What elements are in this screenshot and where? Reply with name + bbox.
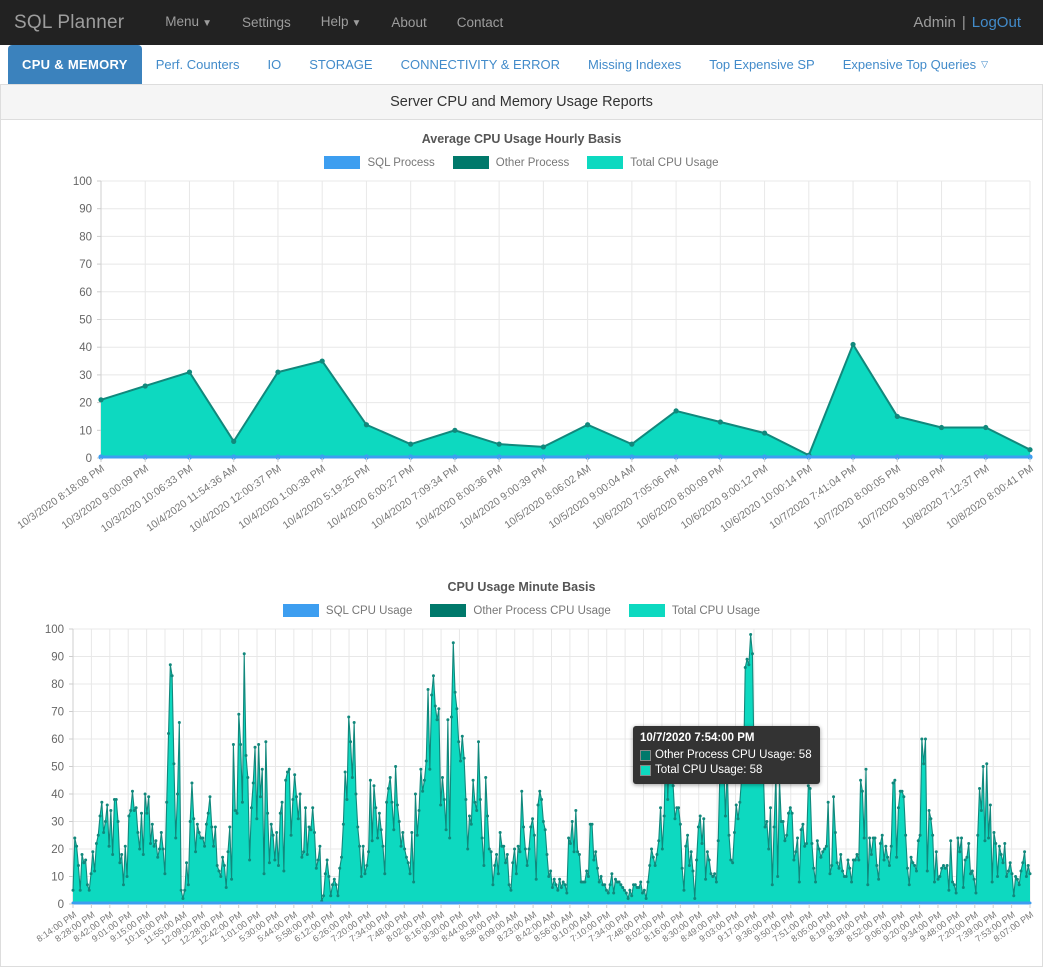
svg-text:50: 50	[79, 315, 92, 327]
svg-text:40: 40	[51, 789, 64, 801]
svg-text:80: 80	[51, 679, 64, 691]
tooltip-label-other-process: Other Process CPU Usage: 58	[655, 748, 812, 763]
legend-label-other-process-cpu-usage: Other Process CPU Usage	[473, 605, 610, 617]
tooltip-swatch-other-process	[640, 750, 651, 761]
chart-minute-svg: 01020304050607080901008:14:00 PM8:28:00 …	[1, 621, 1042, 966]
svg-text:80: 80	[79, 231, 92, 243]
chart-hourly-title: Average CPU Usage Hourly Basis	[1, 120, 1042, 146]
tab-top-expensive-sp[interactable]: Top Expensive SP	[695, 45, 829, 84]
chart-minute-block: CPU Usage Minute Basis SQL CPU Usage Oth…	[1, 568, 1042, 966]
legend-label-total-cpu-usage: Total CPU Usage	[672, 605, 760, 617]
legend-swatch-other-process	[453, 156, 489, 169]
chart-minute-legend: SQL CPU Usage Other Process CPU Usage To…	[1, 594, 1042, 621]
top-navbar: SQL Planner Menu▼ Settings Help▼ About C…	[0, 0, 1043, 45]
svg-text:20: 20	[51, 844, 64, 856]
svg-text:100: 100	[45, 624, 64, 636]
tooltip-row-other-process: Other Process CPU Usage: 58	[640, 748, 812, 763]
nav-link-settings[interactable]: Settings	[227, 0, 306, 45]
nav-link-menu[interactable]: Menu▼	[150, 0, 227, 46]
legend-swatch-total-cpu-usage	[629, 604, 665, 617]
chart-hourly-block: Average CPU Usage Hourly Basis SQL Proce…	[1, 120, 1042, 568]
legend-label-sql-cpu-usage: SQL CPU Usage	[326, 605, 413, 617]
svg-text:10: 10	[51, 872, 64, 884]
chart-minute-plot[interactable]: 01020304050607080901008:14:00 PM8:28:00 …	[1, 621, 1042, 966]
svg-text:10: 10	[79, 425, 92, 437]
brand-title[interactable]: SQL Planner	[14, 12, 124, 34]
nav-link-contact[interactable]: Contact	[442, 0, 519, 45]
legend-label-sql-process: SQL Process	[367, 157, 434, 169]
svg-text:30: 30	[79, 370, 92, 382]
panel-body: Average CPU Usage Hourly Basis SQL Proce…	[1, 120, 1042, 966]
chevron-down-icon: ▼	[352, 18, 362, 29]
legend-swatch-sql-process	[324, 156, 360, 169]
svg-text:0: 0	[86, 453, 92, 465]
chart-hourly-plot[interactable]: 010203040506070809010010/3/2020 8:18:08 …	[1, 173, 1042, 568]
tab-perf-counters[interactable]: Perf. Counters	[142, 45, 254, 84]
svg-text:40: 40	[79, 342, 92, 354]
svg-text:90: 90	[51, 652, 64, 664]
chart-hourly-svg: 010203040506070809010010/3/2020 8:18:08 …	[1, 173, 1042, 568]
chevron-down-icon: ▼	[202, 18, 212, 29]
svg-text:100: 100	[73, 176, 92, 188]
nav-link-help[interactable]: Help▼	[306, 0, 377, 46]
logout-link[interactable]: LogOut	[972, 14, 1021, 31]
svg-text:90: 90	[79, 204, 92, 216]
svg-text:70: 70	[51, 707, 64, 719]
svg-text:0: 0	[58, 899, 64, 911]
legend-swatch-sql-cpu-usage	[283, 604, 319, 617]
legend-item-sql-process[interactable]: SQL Process	[324, 156, 434, 169]
legend-item-total-cpu[interactable]: Total CPU Usage	[587, 156, 718, 169]
reports-panel: Server CPU and Memory Usage Reports Aver…	[0, 85, 1043, 967]
svg-text:30: 30	[51, 817, 64, 829]
legend-item-other-process-cpu-usage[interactable]: Other Process CPU Usage	[430, 604, 610, 617]
tab-cpu-memory[interactable]: CPU & MEMORY	[8, 45, 142, 84]
svg-text:50: 50	[51, 762, 64, 774]
nav-link-help-label: Help	[321, 14, 349, 29]
legend-item-sql-cpu-usage[interactable]: SQL CPU Usage	[283, 604, 413, 617]
tab-connectivity-error[interactable]: CONNECTIVITY & ERROR	[387, 45, 574, 84]
nav-link-menu-label: Menu	[165, 14, 199, 29]
tab-storage[interactable]: STORAGE	[295, 45, 386, 84]
svg-text:70: 70	[79, 259, 92, 271]
tooltip-swatch-total-cpu	[640, 765, 651, 776]
chart-hourly-legend: SQL Process Other Process Total CPU Usag…	[1, 146, 1042, 173]
legend-swatch-other-process-cpu-usage	[430, 604, 466, 617]
chevron-down-icon: ▽	[981, 59, 988, 70]
tab-io[interactable]: IO	[254, 45, 296, 84]
tab-missing-indexes[interactable]: Missing Indexes	[574, 45, 695, 84]
legend-item-other-process[interactable]: Other Process	[453, 156, 570, 169]
svg-text:20: 20	[79, 398, 92, 410]
tab-expensive-top-queries[interactable]: Expensive Top Queries ▽	[829, 45, 1002, 84]
legend-swatch-total-cpu	[587, 156, 623, 169]
separator: |	[962, 14, 966, 31]
nav-links: Menu▼ Settings Help▼ About Contact	[150, 0, 518, 46]
tooltip-label-total-cpu: Total CPU Usage: 58	[655, 763, 762, 778]
chart-minute-title: CPU Usage Minute Basis	[1, 568, 1042, 594]
legend-label-total-cpu: Total CPU Usage	[630, 157, 718, 169]
legend-label-other-process: Other Process	[496, 157, 570, 169]
tab-bar: CPU & MEMORY Perf. Counters IO STORAGE C…	[0, 45, 1043, 85]
svg-text:60: 60	[79, 287, 92, 299]
panel-heading: Server CPU and Memory Usage Reports	[1, 85, 1042, 120]
chart-tooltip: 10/7/2020 7:54:00 PM Other Process CPU U…	[633, 726, 820, 784]
username-label: Admin	[913, 14, 956, 31]
tooltip-row-total-cpu: Total CPU Usage: 58	[640, 763, 812, 778]
nav-link-about[interactable]: About	[376, 0, 441, 45]
legend-item-total-cpu-usage[interactable]: Total CPU Usage	[629, 604, 760, 617]
user-area: Admin | LogOut	[913, 14, 1029, 31]
tab-expensive-top-queries-label: Expensive Top Queries	[843, 57, 976, 72]
svg-text:60: 60	[51, 734, 64, 746]
tooltip-title: 10/7/2020 7:54:00 PM	[640, 731, 812, 746]
